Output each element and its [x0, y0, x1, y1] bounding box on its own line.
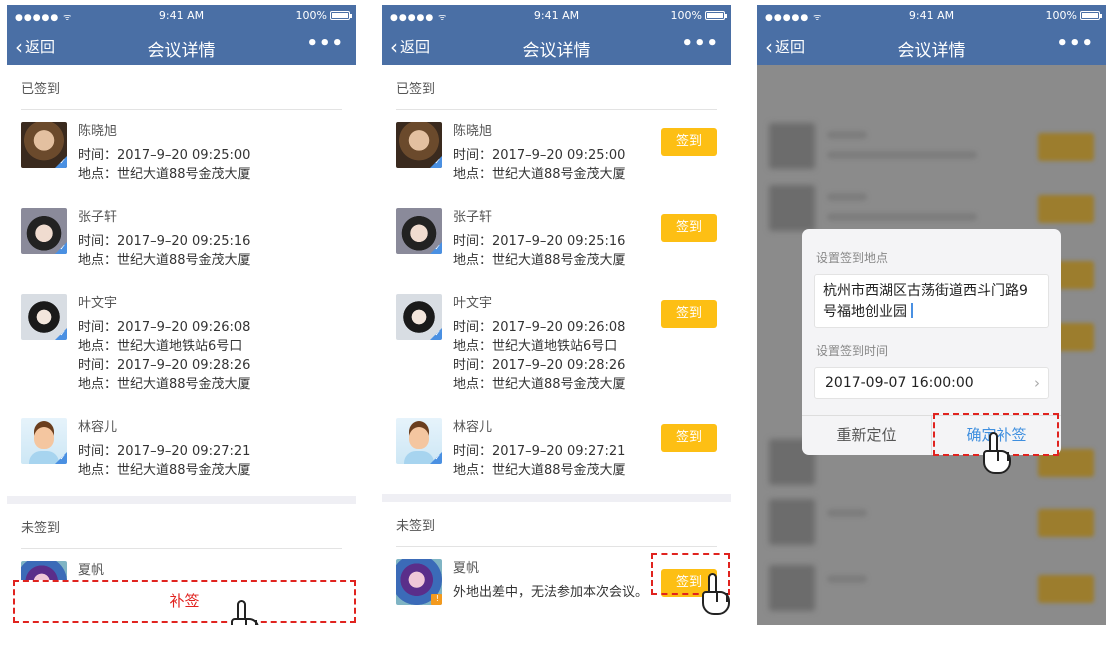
avatar: ✓ [21, 294, 67, 340]
avatar: ✓ [21, 208, 67, 254]
attendee-detail: 地点：世纪大道地铁站6号口 [453, 339, 618, 354]
list-item[interactable]: ✓ 张子轩 时间：2017–9–20 09:25:16 地点：世纪大道88号金茂… [382, 184, 731, 270]
section-separator [7, 496, 356, 504]
attendee-detail: 时间：2017–9–20 09:26:08 [78, 320, 251, 335]
battery-indicator: 100% [295, 9, 352, 22]
nav-bar: ‹ 返回 会议详情 ••• [757, 27, 1106, 65]
attendee-list: 已签到 ✓ 陈晓旭 时间：2017–9–20 09:25:00 地点：世纪大道8… [7, 65, 356, 625]
list-item[interactable]: ✓ 叶文宇 时间：2017–9–20 09:26:08 地点：世纪大道地铁站6号… [382, 270, 731, 394]
page-title: 会议详情 [897, 41, 966, 61]
list-item[interactable]: ✓ 林容儿 时间：2017–9–20 09:27:21 地点：世纪大道88号金茂… [7, 394, 356, 480]
warning-badge-icon: ! [431, 594, 442, 605]
attendee-detail: 时间：2017–9–20 09:25:00 [453, 148, 626, 163]
hand-cursor-icon [698, 573, 731, 619]
avatar: ✓ [396, 294, 442, 340]
avatar: ✓ [396, 418, 442, 464]
time-label: 设置签到时间 [816, 344, 889, 358]
attendee-detail: 地点：世纪大道88号金茂大厦 [78, 463, 251, 478]
list-item[interactable]: ✓ 陈晓旭 时间：2017–9–20 09:25:00 地点：世纪大道88号金茂… [382, 110, 731, 184]
attendee-detail: 时间：2017–9–20 09:27:21 [453, 444, 626, 459]
hand-cursor-icon [227, 600, 265, 625]
location-field[interactable]: 杭州市西湖区古荡街道西斗门路9号福地创业园 [814, 274, 1049, 328]
battery-icon [1080, 11, 1102, 20]
nav-bar: ‹ 返回 会议详情 ••• [382, 27, 731, 65]
time-picker[interactable]: 2017-09-07 16:00:00 › [814, 367, 1049, 399]
sign-in-button[interactable]: 签到 [661, 300, 717, 328]
attendee-detail: 地点：世纪大道88号金茂大厦 [453, 167, 626, 182]
avatar: ✓ [21, 122, 67, 168]
avatar: ✓ [396, 122, 442, 168]
section-separator [382, 494, 731, 502]
attendee-list: 已签到 ✓ 陈晓旭 时间：2017–9–20 09:25:00 地点：世纪大道8… [382, 65, 731, 625]
absence-note: 外地出差中，无法参加本次会议。 [453, 585, 649, 600]
screen-3: ●●●●● ᯤ 9:41 AM 100% ‹ 返回 会议详情 ••• 设置签到地点… [757, 5, 1106, 625]
attendee-name: 张子轩 [78, 210, 118, 225]
more-icon[interactable]: ••• [681, 33, 719, 54]
location-value: 杭州市西湖区古荡街道西斗门路9号福地创业园 [823, 283, 1028, 320]
attendee-detail: 时间：2017–9–20 09:26:08 [453, 320, 626, 335]
list-item[interactable]: ✓ 林容儿 时间：2017–9–20 09:27:21 地点：世纪大道88号金茂… [382, 394, 731, 480]
sign-in-button[interactable]: 签到 [661, 214, 717, 242]
makeup-sign-button[interactable]: 补签 [13, 580, 356, 623]
attendee-detail: 地点：世纪大道88号金茂大厦 [453, 377, 626, 392]
battery-icon [705, 11, 727, 20]
attendee-name: 夏帆 [453, 561, 480, 576]
status-bar: ●●●●● ᯤ 9:41 AM 100% [382, 5, 731, 27]
battery-icon [330, 11, 352, 20]
attendee-detail: 地点：世纪大道88号金茂大厦 [453, 463, 626, 478]
battery-indicator: 100% [1045, 9, 1102, 22]
attendee-detail: 地点：世纪大道88号金茂大厦 [78, 377, 251, 392]
location-label: 设置签到地点 [816, 251, 889, 265]
sign-in-button[interactable]: 签到 [661, 424, 717, 452]
screen-2: ●●●●● ᯤ 9:41 AM 100% ‹ 返回 会议详情 ••• 已签到 ✓ … [382, 5, 731, 625]
avatar: ✓ [396, 208, 442, 254]
relocate-button[interactable]: 重新定位 [802, 416, 932, 455]
text-caret [911, 303, 913, 318]
more-icon[interactable]: ••• [306, 33, 344, 54]
attendee-detail: 时间：2017–9–20 09:27:21 [78, 444, 251, 459]
list-item[interactable]: ✓ 张子轩 时间：2017–9–20 09:25:16 地点：世纪大道88号金茂… [7, 184, 356, 270]
status-bar: ●●●●● ᯤ 9:41 AM 100% [7, 5, 356, 27]
attendee-detail: 地点：世纪大道88号金茂大厦 [78, 253, 251, 268]
battery-text: 100% [295, 9, 327, 22]
attendee-name: 夏帆 [78, 563, 105, 578]
attendee-name: 陈晓旭 [78, 124, 118, 139]
battery-indicator: 100% [670, 9, 727, 22]
chevron-right-icon: › [1034, 374, 1040, 392]
status-bar: ●●●●● ᯤ 9:41 AM 100% [757, 5, 1106, 27]
attendee-detail: 地点：世纪大道地铁站6号口 [78, 339, 243, 354]
attendee-name: 林容儿 [453, 420, 493, 435]
attendee-name: 林容儿 [78, 420, 118, 435]
avatar: ✓ [21, 418, 67, 464]
sign-in-button[interactable]: 签到 [661, 128, 717, 156]
page-title: 会议详情 [522, 41, 591, 61]
page-title: 会议详情 [147, 41, 216, 61]
hand-cursor-icon [979, 432, 1017, 478]
attendee-name: 张子轩 [453, 210, 493, 225]
section-unsigned-title: 未签到 [21, 521, 61, 536]
more-icon[interactable]: ••• [1056, 33, 1094, 54]
attendee-name: 陈晓旭 [453, 124, 493, 139]
list-item[interactable]: ✓ 叶文宇 时间：2017–9–20 09:26:08 地点：世纪大道地铁站6号… [7, 270, 356, 394]
attendee-detail: 时间：2017–9–20 09:25:16 [78, 234, 251, 249]
attendee-detail: 时间：2017–9–20 09:28:26 [453, 358, 626, 373]
attendee-detail: 时间：2017–9–20 09:25:16 [453, 234, 626, 249]
attendee-detail: 时间：2017–9–20 09:25:00 [78, 148, 251, 163]
nav-bar: ‹ 返回 会议详情 ••• [7, 27, 356, 65]
time-value: 2017-09-07 16:00:00 [825, 375, 974, 391]
screen-1: ●●●●● ᯤ 9:41 AM 100% ‹ 返回 会议详情 ••• 已签到 ✓ … [7, 5, 356, 625]
attendee-detail: 时间：2017–9–20 09:28:26 [78, 358, 251, 373]
battery-text: 100% [1045, 9, 1077, 22]
section-signed-title: 已签到 [21, 82, 61, 97]
section-unsigned-title: 未签到 [396, 519, 436, 534]
section-signed-title: 已签到 [396, 82, 436, 97]
attendee-name: 叶文宇 [453, 296, 493, 311]
attendee-detail: 地点：世纪大道88号金茂大厦 [453, 253, 626, 268]
attendee-name: 叶文宇 [78, 296, 118, 311]
battery-text: 100% [670, 9, 702, 22]
list-item[interactable]: ✓ 陈晓旭 时间：2017–9–20 09:25:00 地点：世纪大道88号金茂… [7, 110, 356, 184]
attendee-detail: 地点：世纪大道88号金茂大厦 [78, 167, 251, 182]
avatar: ! [396, 559, 442, 605]
